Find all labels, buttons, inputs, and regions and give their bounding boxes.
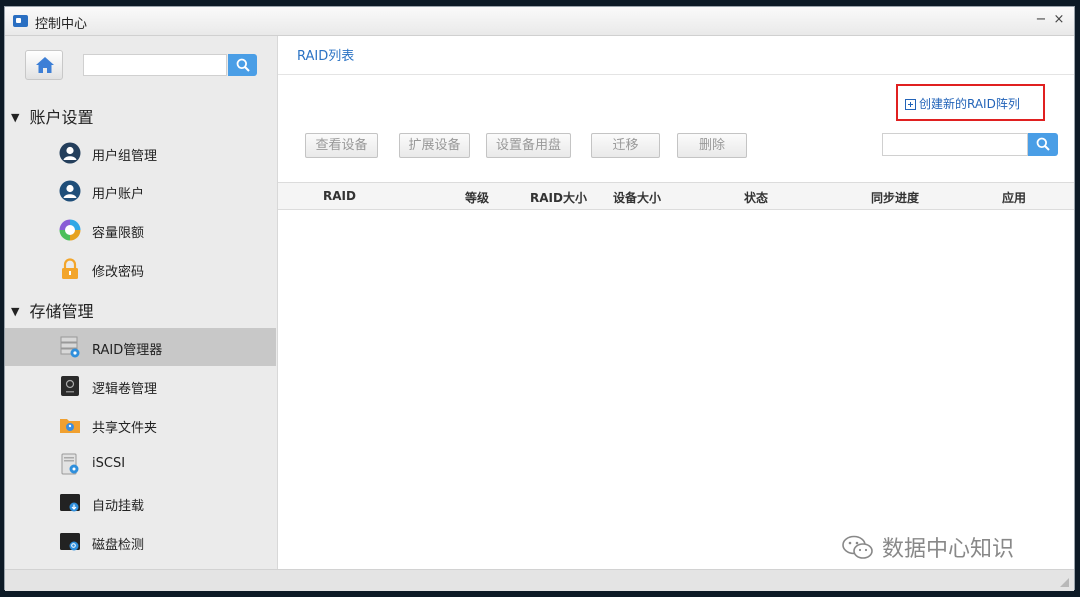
minimize-button[interactable]: − (1034, 12, 1048, 28)
home-button[interactable] (25, 50, 63, 80)
window-title: 控制中心 (35, 17, 88, 32)
raid-table-header: RAID 等级 RAID大小 设备大小 状态 同步进度 应用 (278, 182, 1074, 210)
view-device-button[interactable]: 查看设备 (305, 133, 378, 158)
logical-volume-icon (61, 376, 79, 396)
expand-device-button[interactable]: 扩展设备 (399, 133, 470, 158)
tab-divider (278, 74, 1074, 75)
section-label: 存储管理 (29, 302, 94, 321)
main-panel: RAID列表 创建新的RAID阵列 查看设备 扩展设备 设置备用盘 迁移 删除 … (278, 36, 1074, 569)
sidebar-item-label: 共享文件夹 (92, 421, 158, 436)
tab-raid-list[interactable]: RAID列表 (297, 45, 354, 64)
column-header-device-size[interactable]: 设备大小 (613, 189, 661, 206)
sidebar-item-label: 用户组管理 (92, 149, 158, 164)
column-header-level[interactable]: 等级 (465, 189, 489, 206)
close-button[interactable]: × (1052, 12, 1066, 28)
sidebar-item-quota[interactable]: 容量限额 (5, 211, 276, 249)
create-raid-button[interactable]: 创建新的RAID阵列 (905, 92, 1020, 116)
delete-button[interactable]: 删除 (677, 133, 747, 158)
sidebar-item-label: 磁盘检测 (92, 538, 145, 553)
control-center-window: 控制中心 − × ▼ 账户设置 用户组管理 用户账户 容量限额 修改密码 ▼ 存… (4, 6, 1075, 591)
auto-mount-icon (60, 494, 80, 512)
create-raid-label: 创建新的RAID阵列 (919, 97, 1020, 111)
sidebar-item-label: 用户账户 (92, 187, 145, 202)
section-account-settings[interactable]: ▼ 账户设置 (11, 104, 93, 128)
sidebar-item-disk-check[interactable]: 磁盘检测 (5, 523, 276, 561)
sidebar-item-user-account[interactable]: 用户账户 (5, 172, 276, 210)
search-icon (236, 58, 250, 72)
migrate-button[interactable]: 迁移 (591, 133, 660, 158)
column-header-status[interactable]: 状态 (744, 189, 768, 206)
sidebar-item-label: 修改密码 (92, 265, 145, 280)
plus-icon (905, 99, 916, 110)
raid-manager-icon (60, 336, 80, 358)
sidebar: ▼ 账户设置 用户组管理 用户账户 容量限额 修改密码 ▼ 存储管理 RAID管… (5, 36, 278, 569)
sidebar-item-shared-folder[interactable]: 共享文件夹 (5, 406, 276, 444)
caret-down-icon: ▼ (11, 111, 20, 124)
section-label: 账户设置 (29, 108, 94, 127)
disk-check-icon (60, 533, 80, 551)
resize-grip[interactable] (1060, 578, 1069, 587)
status-bar (5, 569, 1074, 591)
section-storage-management[interactable]: ▼ 存储管理 (11, 298, 93, 322)
sidebar-item-raid-manager[interactable]: RAID管理器 (5, 328, 276, 366)
shared-folder-icon (60, 419, 80, 433)
sidebar-item-label: 自动挂载 (92, 499, 145, 514)
caret-down-icon: ▼ (11, 305, 20, 318)
sidebar-item-label: RAID管理器 (92, 343, 163, 358)
sidebar-item-auto-mount[interactable]: 自动挂载 (5, 484, 276, 522)
user-group-icon (59, 142, 81, 164)
sidebar-search-input[interactable] (83, 54, 227, 76)
quota-icon (59, 219, 81, 241)
title-bar[interactable]: 控制中心 − × (5, 7, 1074, 36)
sidebar-item-change-password[interactable]: 修改密码 (5, 250, 276, 288)
watermark: 数据中心知识 (842, 535, 1014, 565)
home-icon (36, 57, 54, 73)
column-header-sync-progress[interactable]: 同步进度 (871, 189, 919, 206)
raid-search-input[interactable] (882, 133, 1028, 156)
user-account-icon (59, 180, 81, 202)
lock-icon (62, 258, 78, 279)
column-header-application[interactable]: 应用 (1002, 189, 1026, 206)
app-icon (13, 15, 28, 27)
set-spare-disk-button[interactable]: 设置备用盘 (486, 133, 571, 158)
sidebar-item-label: 容量限额 (92, 226, 145, 241)
sidebar-item-label: iSCSI (92, 456, 126, 471)
sidebar-search-button[interactable] (228, 54, 257, 76)
column-header-raid[interactable]: RAID (323, 189, 356, 203)
watermark-text: 数据中心知识 (882, 537, 1015, 562)
search-icon (1036, 137, 1050, 151)
sidebar-item-logical-volume[interactable]: 逻辑卷管理 (5, 367, 276, 405)
raid-search-button[interactable] (1028, 133, 1058, 156)
wechat-icon (842, 535, 873, 559)
sidebar-item-iscsi[interactable]: iSCSI (5, 445, 276, 483)
column-header-raid-size[interactable]: RAID大小 (530, 189, 587, 206)
sidebar-item-label: 逻辑卷管理 (92, 382, 158, 397)
sidebar-item-user-group[interactable]: 用户组管理 (5, 134, 276, 172)
iscsi-icon (61, 453, 79, 475)
